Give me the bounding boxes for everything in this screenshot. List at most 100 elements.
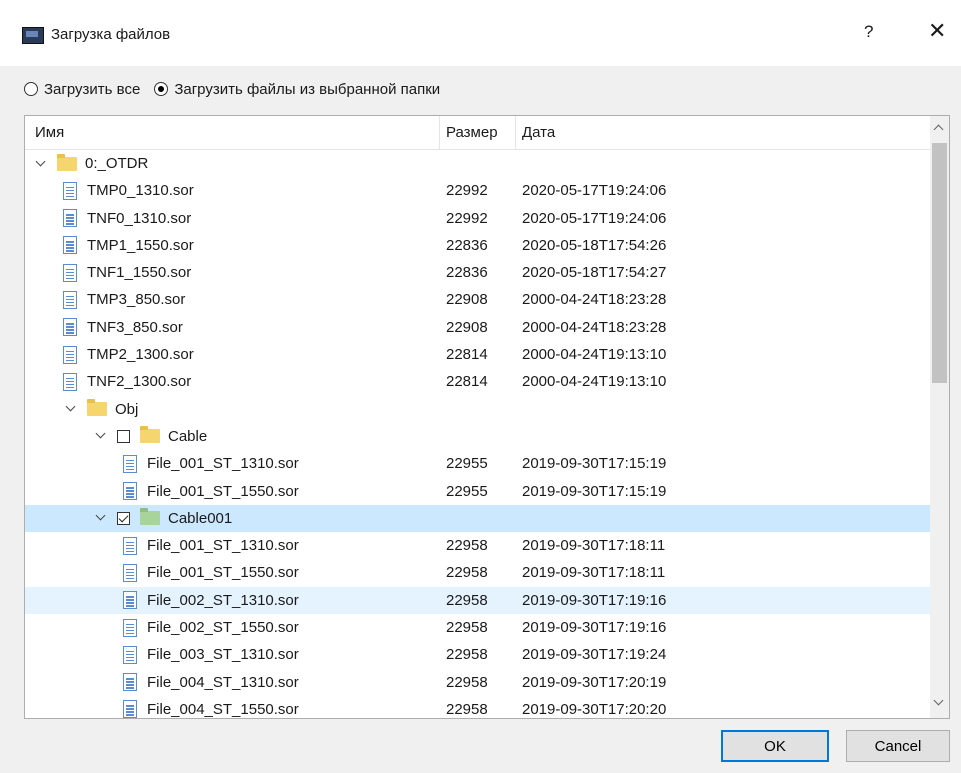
row-date: 2020-05-18T17:54:26 [522, 236, 667, 254]
row-date: 2000-04-24T19:13:10 [522, 373, 667, 391]
tree-file-row[interactable]: TMP3_850.sor 22908 2000-04-24T18:23:28 [25, 286, 930, 313]
column-header-date[interactable]: Дата [522, 124, 555, 141]
row-date: 2019-09-30T17:19:16 [522, 591, 667, 609]
column-header-size[interactable]: Размер [446, 124, 498, 141]
row-date: 2019-09-30T17:20:19 [522, 673, 667, 691]
tree-file-row[interactable]: File_001_ST_1310.sor 22955 2019-09-30T17:1… [25, 450, 930, 477]
tree-file-row[interactable]: TNF0_1310.sor 22992 2020-05-17T19:24:06 [25, 205, 930, 232]
file-icon [123, 700, 137, 718]
tree-file-row[interactable]: File_004_ST_1550.sor 22958 2019-09-30T17:2… [25, 696, 930, 718]
tree-file-row[interactable]: TNF3_850.sor 22908 2000-04-24T18:23:28 [25, 314, 930, 341]
tree-file-row[interactable]: File_004_ST_1310.sor 22958 2019-09-30T17:2… [25, 669, 930, 696]
row-size: 22958 [446, 646, 488, 664]
row-name-cell: TNF3_850.sor [63, 314, 183, 341]
row-name-cell: File_004_ST_1310.sor [123, 669, 299, 696]
folder-icon [57, 153, 77, 171]
row-name-label: File_001_ST_1550.sor [147, 482, 299, 500]
row-date: 2019-09-30T17:18:11 [522, 537, 666, 555]
scroll-up-icon[interactable] [934, 124, 942, 132]
vertical-scrollbar[interactable] [930, 116, 949, 718]
tree-file-row[interactable]: TMP2_1300.sor 22814 2000-04-24T19:13:10 [25, 341, 930, 368]
row-date: 2020-05-18T17:54:27 [522, 264, 667, 282]
file-icon [123, 536, 137, 555]
tree-file-row[interactable]: File_001_ST_1550.sor 22958 2019-09-30T17:1… [25, 559, 930, 586]
row-size: 22958 [446, 619, 488, 637]
tree-header: Имя Размер Дата [25, 116, 930, 150]
row-size: 22908 [446, 291, 488, 309]
radio-circle-icon[interactable] [24, 82, 38, 96]
chevron-down-icon[interactable] [93, 428, 109, 444]
folder-icon [140, 508, 160, 526]
row-name-label: TMP2_1300.sor [87, 346, 194, 364]
scroll-thumb[interactable] [932, 143, 947, 383]
tree-folder-row[interactable]: Cable [25, 423, 930, 450]
file-tree[interactable]: Имя Размер Дата 0:_OTDR TMP0_1310.sor 2299… [24, 115, 950, 719]
tree-file-row[interactable]: File_002_ST_1310.sor 22958 2019-09-30T17:1… [25, 586, 930, 615]
tree-file-row[interactable]: TNF1_1550.sor 22836 2020-05-18T17:54:27 [25, 259, 930, 286]
row-size: 22908 [446, 318, 488, 336]
tree-folder-row[interactable]: 0:_OTDR [25, 150, 930, 177]
row-name-label: File_001_ST_1550.sor [147, 564, 299, 582]
row-name-cell: TMP2_1300.sor [63, 341, 194, 368]
chevron-down-icon[interactable] [63, 401, 79, 417]
chevron-down-icon[interactable] [93, 510, 109, 526]
row-name-cell: TMP1_1550.sor [63, 232, 194, 259]
row-name-cell: TNF2_1300.sor [63, 368, 191, 395]
help-button[interactable]: ? [864, 22, 873, 42]
row-name-cell: TMP3_850.sor [63, 286, 185, 313]
tree-file-row[interactable]: File_003_ST_1310.sor 22958 2019-09-30T17:1… [25, 641, 930, 668]
column-separator[interactable] [515, 116, 516, 149]
row-name-cell: Cable001 [93, 505, 232, 532]
tree-file-row[interactable]: TMP1_1550.sor 22836 2020-05-18T17:54:26 [25, 232, 930, 259]
row-name-label: File_004_ST_1310.sor [147, 673, 299, 691]
tree-folder-row[interactable]: Cable001 [25, 504, 930, 533]
cancel-button[interactable]: Cancel [846, 730, 950, 762]
row-size: 22992 [446, 182, 488, 200]
tree-file-row[interactable]: File_001_ST_1310.sor 22958 2019-09-30T17:1… [25, 532, 930, 559]
tree-file-row[interactable]: File_002_ST_1550.sor 22958 2019-09-30T17:1… [25, 614, 930, 641]
row-name-cell: TNF1_1550.sor [63, 259, 191, 286]
checkbox-checked[interactable] [117, 511, 130, 525]
tree-folder-row[interactable]: Obj [25, 396, 930, 423]
tree-file-row[interactable]: TMP0_1310.sor 22992 2020-05-17T19:24:06 [25, 177, 930, 204]
window-title: Загрузка файлов [51, 26, 171, 43]
radio-load-all[interactable]: Загрузить все [24, 81, 140, 98]
tree-rows: 0:_OTDR TMP0_1310.sor 22992 2020-05-17T19:2… [25, 150, 930, 718]
file-icon [123, 673, 137, 692]
checkbox[interactable] [117, 429, 130, 443]
file-icon [123, 563, 137, 582]
row-name-label: TMP3_850.sor [87, 291, 186, 309]
radio-circle-checked-icon[interactable] [154, 82, 169, 96]
file-icon [63, 209, 77, 228]
row-date: 2019-09-30T17:18:11 [522, 564, 666, 582]
file-icon [123, 591, 137, 610]
tree-file-row[interactable]: File_001_ST_1550.sor 22955 2019-09-30T17:1… [25, 478, 930, 505]
row-name-cell: File_004_ST_1550.sor [123, 696, 299, 718]
row-name-label: TNF1_1550.sor [87, 264, 192, 282]
file-icon [63, 236, 77, 255]
app-window-icon [22, 27, 44, 44]
row-date: 2019-09-30T17:19:16 [522, 619, 667, 637]
file-icon [63, 263, 77, 282]
row-date: 2000-04-24T19:13:10 [522, 346, 667, 364]
row-name-cell: File_001_ST_1310.sor [123, 532, 299, 559]
column-header-name[interactable]: Имя [35, 124, 64, 141]
row-date: 2000-04-24T18:23:28 [522, 291, 667, 309]
close-button[interactable]: ✕ [928, 18, 946, 44]
row-name-label: Cable [168, 427, 208, 445]
column-separator[interactable] [439, 116, 440, 149]
scroll-down-icon[interactable] [934, 698, 942, 706]
tree-file-row[interactable]: TNF2_1300.sor 22814 2000-04-24T19:13:10 [25, 368, 930, 395]
ok-button[interactable]: OK [721, 730, 829, 762]
row-name-cell: File_003_ST_1310.sor [123, 641, 299, 668]
chevron-down-icon[interactable] [33, 156, 49, 172]
row-name-cell: File_002_ST_1550.sor [123, 614, 299, 641]
file-icon [63, 181, 77, 200]
row-name-label: 0:_OTDR [85, 155, 149, 172]
file-icon [63, 318, 77, 337]
row-name-cell: File_001_ST_1550.sor [123, 559, 299, 586]
row-name-cell: File_001_ST_1310.sor [123, 450, 299, 477]
row-size: 22958 [446, 673, 488, 691]
radio-load-selected[interactable]: Загрузить файлы из выбранной папки [154, 81, 440, 98]
load-mode-options: Загрузить все Загрузить файлы из выбранн… [24, 79, 454, 99]
